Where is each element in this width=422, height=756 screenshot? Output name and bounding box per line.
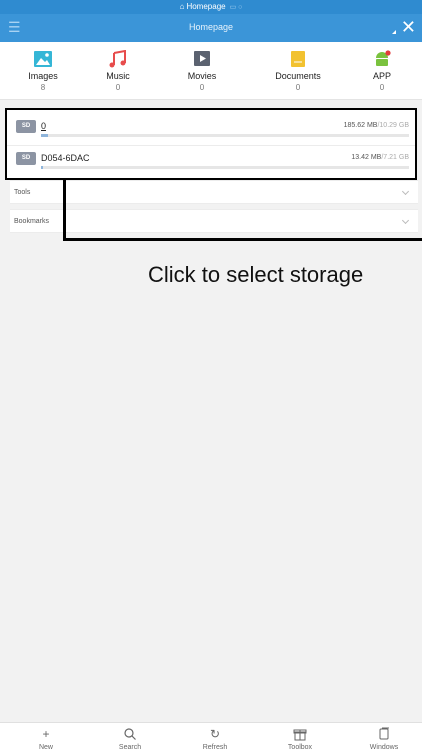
refresh-icon: ↻ xyxy=(209,727,221,741)
chevron-down-icon xyxy=(401,216,410,225)
app-bar-title: Homepage xyxy=(188,22,234,32)
category-movies[interactable]: Movies 0 xyxy=(172,50,232,92)
bookmarks-label: Bookmarks xyxy=(14,218,50,225)
toolbar-label: Refresh xyxy=(202,744,228,751)
toolbar-label: Windows xyxy=(369,744,399,751)
windows-icon xyxy=(379,727,389,740)
category-music[interactable]: Music 0 xyxy=(88,50,148,92)
toolbar-label: New xyxy=(38,744,53,751)
category-count: 8 xyxy=(40,83,46,92)
new-button[interactable]: + New xyxy=(16,727,76,751)
category-bar: Images 8 Music 0 Movies 0 Documents 0 AP… xyxy=(0,42,422,100)
toolbar-label: Search xyxy=(118,744,142,751)
storage-used: 13.42 MB xyxy=(351,154,382,161)
category-app[interactable]: APP 0 xyxy=(352,50,412,92)
gift-icon xyxy=(293,729,307,741)
status-bar-title: Homepage xyxy=(186,2,226,11)
status-indicators: ▭ ○ xyxy=(229,4,243,11)
storage-usage-fill xyxy=(41,134,48,137)
category-label: Movies xyxy=(187,71,217,81)
storage-usage-bar xyxy=(41,134,409,137)
refresh-button[interactable]: ↻ Refresh xyxy=(185,727,245,751)
app-bar: ☰ Homepage ✕ xyxy=(0,14,422,42)
category-documents[interactable]: Documents 0 xyxy=(268,50,328,92)
category-count: 0 xyxy=(199,83,205,92)
plus-icon: + xyxy=(42,727,50,741)
category-label: Documents xyxy=(275,71,321,81)
bottom-toolbar: + New Search ↻ Refresh Toolbox Windows xyxy=(0,722,422,756)
storage-usage-fill xyxy=(41,166,43,169)
bookmarks-section[interactable]: Bookmarks xyxy=(10,209,418,233)
tools-label: Tools xyxy=(14,189,31,196)
search-icon xyxy=(124,728,136,740)
search-button[interactable]: Search xyxy=(100,727,160,751)
document-icon xyxy=(291,51,305,67)
tools-section[interactable]: Tools xyxy=(10,180,418,204)
category-count: 0 xyxy=(295,83,301,92)
category-images[interactable]: Images 8 xyxy=(13,50,73,92)
storage-name: D054-6DAC xyxy=(41,153,90,163)
storage-usage-bar xyxy=(41,166,409,169)
android-icon xyxy=(376,50,391,66)
home-icon: ⌂ xyxy=(179,2,185,11)
storage-item[interactable]: SD 0 185.62 MB/10.29 GB xyxy=(7,114,415,146)
status-bar: ⌂ Homepage ▭ ○ xyxy=(0,0,422,14)
sd-card-icon: SD xyxy=(16,152,36,165)
storage-size: 13.42 MB/7.21 GB xyxy=(351,154,409,161)
resize-handle-icon[interactable] xyxy=(392,30,396,34)
storage-list: SD 0 185.62 MB/10.29 GB SD D054-6DAC 13.… xyxy=(5,108,417,180)
music-icon xyxy=(109,50,126,68)
storage-size: 185.62 MB/10.29 GB xyxy=(344,122,409,129)
sd-card-icon: SD xyxy=(16,120,36,133)
windows-button[interactable]: Windows xyxy=(354,727,414,751)
category-label: Music xyxy=(106,71,130,81)
storage-total: /10.29 GB xyxy=(377,122,409,129)
toolbar-label: Toolbox xyxy=(287,744,313,751)
movie-icon xyxy=(194,51,210,66)
category-label: APP xyxy=(372,71,391,81)
callout-annotation: Click to select storage xyxy=(148,262,364,287)
toolbox-button[interactable]: Toolbox xyxy=(270,727,330,751)
category-count: 0 xyxy=(379,83,385,92)
category-label: Images xyxy=(28,71,58,81)
close-icon[interactable]: ✕ xyxy=(401,17,416,37)
storage-total: /7.21 GB xyxy=(381,154,409,161)
storage-used: 185.62 MB xyxy=(343,122,378,129)
chevron-down-icon xyxy=(401,187,410,196)
storage-item[interactable]: SD D054-6DAC 13.42 MB/7.21 GB xyxy=(7,146,415,178)
image-icon xyxy=(34,51,52,67)
category-count: 0 xyxy=(115,83,121,92)
callout-connector xyxy=(63,180,66,241)
storage-name: 0 xyxy=(41,121,47,131)
callout-connector xyxy=(63,238,422,241)
